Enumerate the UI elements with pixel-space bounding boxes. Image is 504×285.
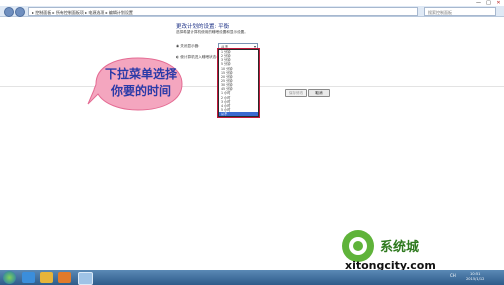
display-off-label: 关闭显示器: — [180, 44, 200, 48]
callout-text: 下拉菜单选择 你要的时间 — [96, 66, 186, 100]
clock[interactable]: 10:51 2015/1/12 — [466, 272, 484, 282]
folder-icon[interactable] — [40, 272, 53, 283]
start-button[interactable] — [3, 271, 16, 284]
clock-date: 2015/1/12 — [466, 277, 485, 281]
ie-icon[interactable] — [22, 272, 35, 283]
controlpanel-icon[interactable] — [78, 272, 93, 285]
tray-language[interactable]: CH — [450, 273, 456, 278]
cancel-button[interactable]: 取消 — [308, 89, 330, 97]
search-input[interactable]: 搜索控制面板 — [424, 7, 496, 16]
save-button[interactable]: 保存修改 — [285, 89, 307, 97]
taskbar — [0, 270, 504, 285]
dropdown-option[interactable]: 从不 — [219, 112, 258, 117]
brand-name: 系统城 — [380, 240, 420, 255]
breadcrumb[interactable]: ▸ 控制面板 ▸ 所有控制面板项 ▸ 电源选项 ▸ 编辑计划设置 — [28, 7, 418, 16]
forward-icon[interactable] — [15, 7, 25, 17]
page-title: 更改计划的设置: 平衡 — [176, 24, 230, 30]
page-subtitle: 选择希望计算机使用的睡眠设置和显示设置。 — [176, 30, 248, 34]
time-dropdown-list[interactable]: 1 分钟 2 分钟 3 分钟 5 分钟 10 分钟 15 分钟 20 分钟 25 分钟 30 分… — [217, 48, 260, 118]
callout-line-1: 下拉菜单选择 — [104, 67, 177, 81]
back-icon[interactable] — [4, 7, 14, 17]
media-player-icon[interactable] — [58, 272, 71, 283]
display-off-row: ◉ 关闭显示器: — [176, 44, 199, 49]
callout-line-2: 你要的时间 — [110, 84, 171, 98]
monitor-icon: ◉ — [176, 44, 180, 48]
